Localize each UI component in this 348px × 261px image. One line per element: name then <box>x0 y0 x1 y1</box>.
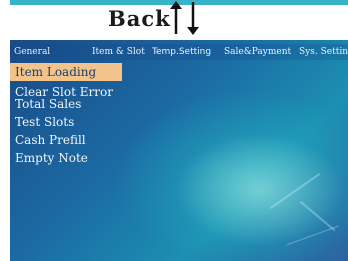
tab-sys-setting[interactable]: Sys. Setting <box>299 44 348 60</box>
menu-item-empty-note[interactable]: Empty Note <box>10 149 88 167</box>
menu-item-cash-prefill[interactable]: Cash Prefill <box>10 131 86 149</box>
menu-item-test-slots[interactable]: Test Slots <box>10 113 74 131</box>
arrow-up-icon <box>170 1 182 34</box>
tab-sale-payment[interactable]: Sale&Payment <box>224 44 291 60</box>
vending-settings-screen: Back General Item & Slot Temp.Setting Sa… <box>0 0 348 261</box>
tab-general[interactable]: General <box>14 44 50 60</box>
menu-item-item-loading[interactable]: Item Loading <box>10 63 122 81</box>
arrow-down-icon <box>187 2 199 35</box>
tab-item-slot[interactable]: Item & Slot <box>92 44 145 60</box>
decorative-streak <box>286 225 339 246</box>
menu-item-total-sales[interactable]: Total Sales <box>10 95 81 113</box>
decorative-streak <box>269 172 321 210</box>
header-band: Back <box>0 0 348 40</box>
tab-temp-setting[interactable]: Temp.Setting <box>152 44 211 60</box>
back-button[interactable]: Back <box>108 6 171 31</box>
settings-panel: General Item & Slot Temp.Setting Sale&Pa… <box>10 40 348 261</box>
decorative-streak <box>299 200 336 232</box>
